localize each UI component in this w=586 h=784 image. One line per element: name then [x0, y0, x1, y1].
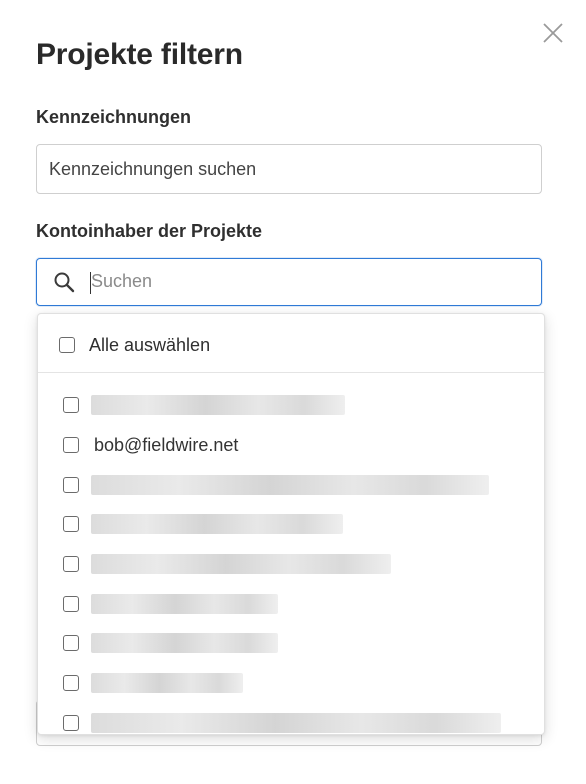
owner-checkbox[interactable]	[63, 516, 79, 532]
owner-checkbox[interactable]	[63, 437, 79, 453]
owner-checkbox[interactable]	[63, 635, 79, 651]
owner-checkbox[interactable]	[63, 556, 79, 572]
redacted-label	[91, 713, 501, 733]
owners-dropdown: Alle auswählen bob@fieldwire.net	[37, 313, 545, 735]
redacted-label	[91, 514, 343, 534]
select-all-option[interactable]: Alle auswählen	[38, 314, 544, 372]
tags-search-placeholder: Kennzeichnungen suchen	[49, 159, 257, 179]
redacted-label	[91, 633, 278, 653]
redacted-label	[91, 594, 278, 614]
redacted-label	[91, 673, 243, 693]
owner-option[interactable]	[38, 624, 544, 662]
owners-search-input[interactable]: Suchen	[36, 258, 542, 306]
owner-checkbox[interactable]	[63, 397, 79, 413]
owner-checkbox[interactable]	[63, 477, 79, 493]
dialog-title: Projekte filtern	[36, 38, 243, 71]
owner-option[interactable]	[38, 585, 544, 623]
tags-label: Kennzeichnungen	[36, 107, 192, 127]
redacted-label	[91, 554, 391, 574]
owner-option[interactable]	[38, 386, 544, 424]
owner-option[interactable]: bob@fieldwire.net	[38, 426, 544, 464]
text-cursor	[90, 272, 91, 294]
owner-option[interactable]	[38, 466, 544, 504]
divider	[38, 372, 544, 373]
owner-checkbox[interactable]	[63, 596, 79, 612]
redacted-label	[91, 475, 489, 495]
redacted-label	[91, 395, 345, 415]
owners-label: Kontoinhaber der Projekte	[36, 221, 263, 241]
owner-option[interactable]	[38, 505, 544, 543]
owner-email: bob@fieldwire.net	[94, 435, 239, 455]
tags-search-input[interactable]: Kennzeichnungen suchen	[36, 144, 542, 194]
select-all-label: Alle auswählen	[89, 335, 211, 355]
owner-option[interactable]	[38, 545, 544, 583]
owner-option[interactable]	[38, 664, 544, 702]
close-icon[interactable]	[540, 20, 566, 46]
owner-checkbox[interactable]	[63, 715, 79, 731]
owner-checkbox[interactable]	[63, 675, 79, 691]
owner-option[interactable]	[38, 704, 544, 734]
owners-search-placeholder: Suchen	[91, 271, 153, 291]
select-all-checkbox[interactable]	[59, 337, 75, 353]
search-icon	[54, 272, 75, 293]
